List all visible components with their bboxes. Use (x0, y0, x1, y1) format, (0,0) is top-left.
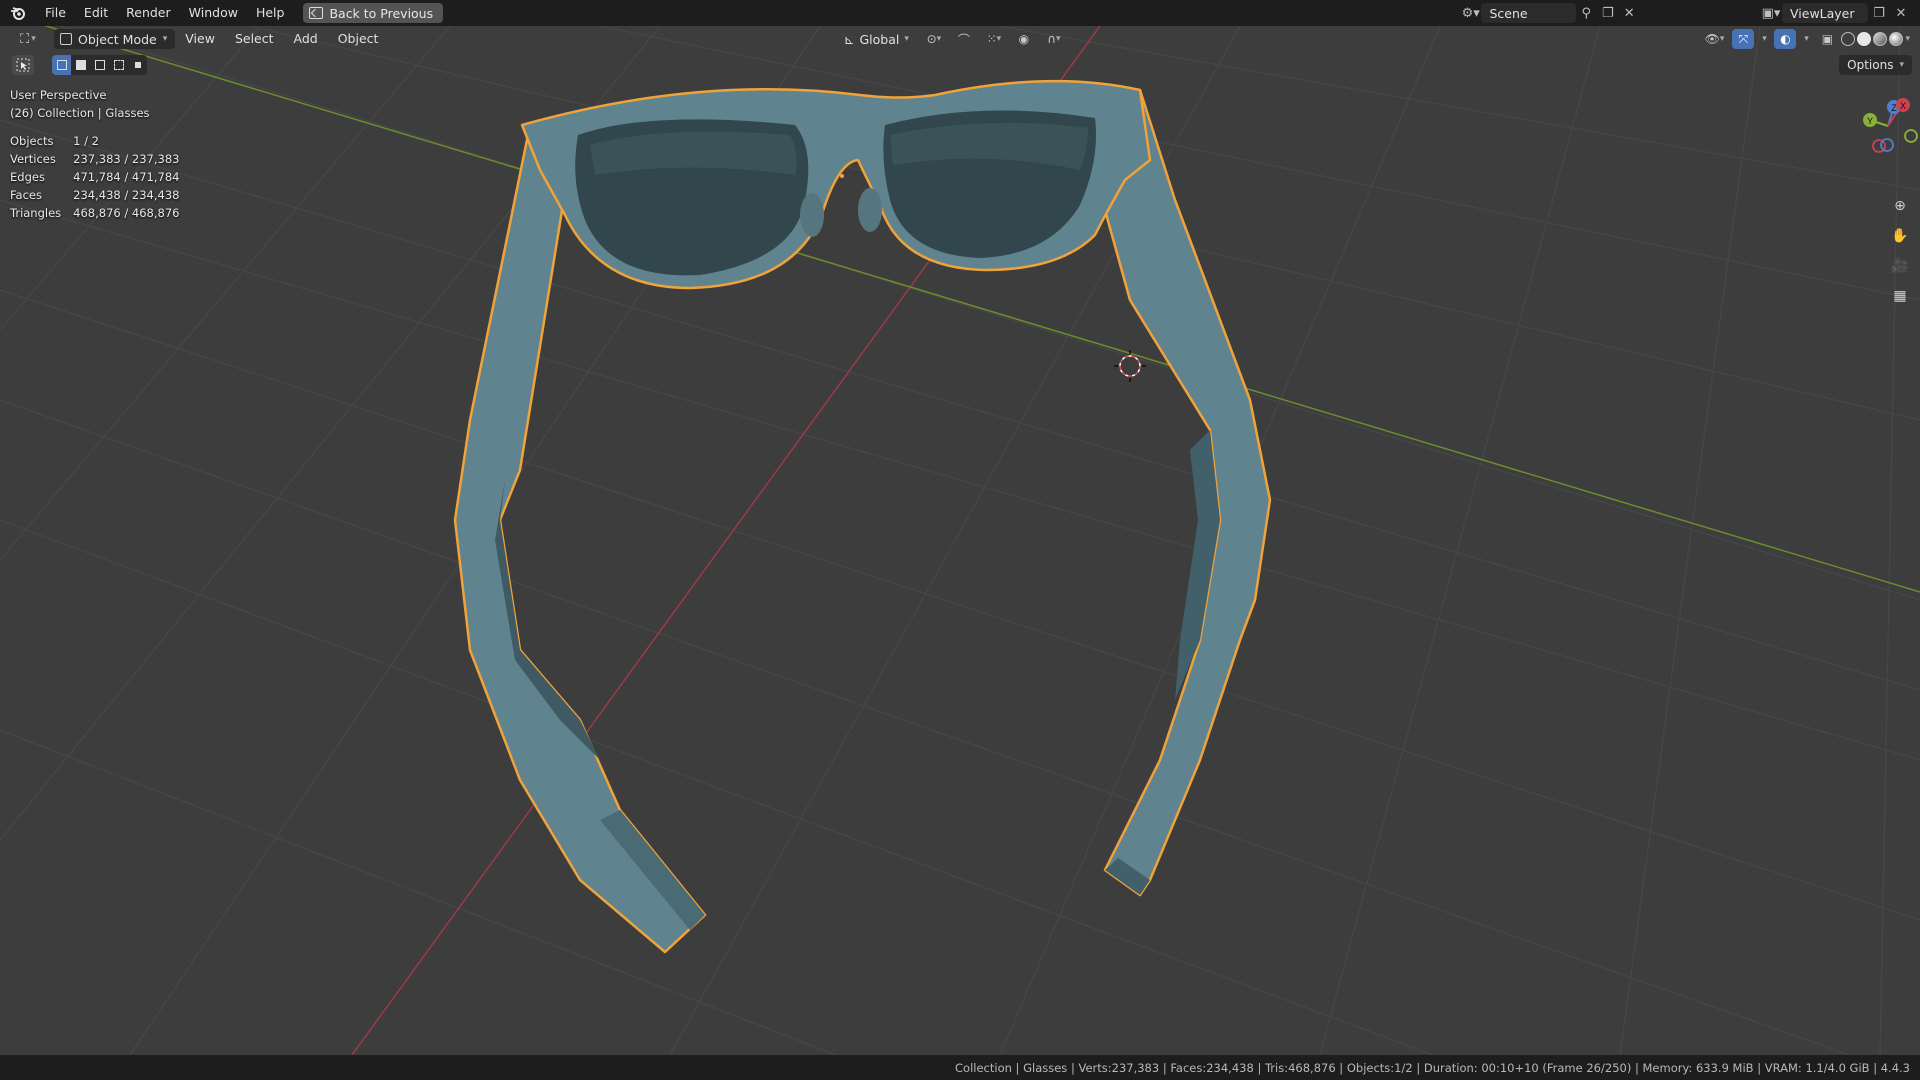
viewport-stats-overlay: User Perspective (26) Collection | Glass… (10, 86, 191, 222)
stats-row: Triangles 468,876 / 468,876 (10, 204, 191, 222)
menu-add[interactable]: Add (284, 29, 328, 49)
visibility-icon[interactable]: 👁 ▾ (1699, 29, 1729, 49)
pivot-icon[interactable]: ⊙ ▾ (919, 29, 949, 49)
glasses-object (453, 79, 1272, 954)
svg-text:Y: Y (1867, 116, 1873, 126)
snap-target-icon[interactable]: ⁙ ▾ (979, 29, 1009, 49)
scene-icon[interactable]: ⚙▾ (1460, 3, 1481, 23)
viewport-header: ⛶ ▾ Object Mode ▾ View Select Add Object … (0, 26, 1920, 52)
active-collection-label: (26) Collection | Glasses (10, 106, 150, 120)
options-label: Options (1847, 58, 1894, 72)
svg-text:X: X (1900, 101, 1906, 111)
stat-value: 1 / 2 (73, 134, 99, 148)
back-to-previous-button[interactable]: Back to Previous (303, 3, 444, 23)
close-scene-icon[interactable]: ✕ (1619, 3, 1640, 23)
top-bar: File Edit Render Window Help Back to Pre… (0, 0, 1920, 26)
3d-viewport[interactable]: ⛶ ▾ Object Mode ▾ View Select Add Object … (0, 26, 1920, 1055)
rendered-shading-icon[interactable] (1889, 32, 1904, 46)
stat-label: Edges (10, 170, 45, 184)
back-icon (309, 7, 324, 19)
mode-selector[interactable]: Object Mode ▾ (54, 29, 176, 49)
orientation-selector[interactable]: ⊾ Global ▾ (838, 29, 915, 49)
falloff-icon[interactable]: ∩ ▾ (1039, 29, 1069, 49)
viewlayer-icon[interactable]: ▣▾ (1760, 3, 1782, 23)
menu-object[interactable]: Object (328, 29, 389, 49)
close-viewlayer-icon[interactable]: ✕ (1890, 3, 1912, 23)
menu-view[interactable]: View (175, 29, 225, 49)
mode-subtract-icon[interactable] (90, 55, 109, 75)
stats-row: Objects 1 / 2 (10, 132, 191, 150)
status-text: Collection | Glasses | Verts:237,383 | F… (955, 1060, 1910, 1075)
orientation-label: Global (859, 31, 900, 47)
menu-render[interactable]: Render (117, 3, 180, 23)
selection-mode-group (52, 55, 147, 75)
scene-name-field[interactable]: Scene (1481, 3, 1576, 23)
stat-value: 471,784 / 471,784 (73, 170, 180, 184)
viewport-scene (0, 26, 1920, 1055)
stat-label: Faces (10, 188, 42, 202)
camera-icon[interactable]: 🎥 (1888, 254, 1912, 278)
solid-shading-icon[interactable] (1857, 32, 1872, 46)
mode-label: Object Mode (78, 31, 157, 47)
stat-label: Objects (10, 134, 54, 148)
stat-label: Vertices (10, 152, 56, 166)
shading-modes: ▾ (1841, 32, 1910, 46)
xray-icon[interactable]: ▣ (1816, 29, 1838, 49)
navigation-gizmo: Y Z X ⊕ ✋ 🎥 ▦ (1850, 86, 1920, 304)
overlay-dropdown-icon[interactable]: ▾ (1799, 29, 1813, 49)
menu-select[interactable]: Select (225, 29, 284, 49)
material-shading-icon[interactable] (1873, 32, 1888, 46)
stats-table: Objects 1 / 2 Vertices 237,383 / 237,383 E… (10, 132, 191, 222)
viewlayer-name-field[interactable]: ViewLayer (1782, 3, 1868, 23)
menu-edit[interactable]: Edit (75, 3, 117, 23)
menu-window[interactable]: Window (180, 3, 247, 23)
axis-gizmo[interactable]: Y Z X (1850, 86, 1920, 186)
stats-row: Faces 234,438 / 234,438 (10, 186, 191, 204)
3d-cursor (1114, 350, 1146, 382)
chevron-down-icon: ▾ (162, 34, 168, 44)
gizmo-icon[interactable]: ⤧ (1732, 29, 1755, 49)
viewlayer-selector: ▣▾ ViewLayer ❐ ✕ (1760, 3, 1920, 23)
mode-extend-icon[interactable] (71, 55, 90, 75)
editor-type-selector[interactable]: ⛶ ▾ (6, 29, 50, 49)
new-viewlayer-icon[interactable]: ❐ (1868, 3, 1890, 23)
transform-tools: ⊾ Global ▾ ⊙ ▾ ⌒ ⁙ ▾ ◉ ∩ ▾ (838, 29, 1069, 49)
stat-value: 234,438 / 234,438 (73, 188, 180, 202)
shading-dropdown-icon[interactable]: ▾ (1905, 34, 1910, 44)
new-scene-icon[interactable]: ❐ (1597, 3, 1618, 23)
stats-row: Edges 471,784 / 471,784 (10, 168, 191, 186)
chevron-down-icon: ▾ (904, 34, 909, 44)
stats-row: Vertices 237,383 / 237,383 (10, 150, 191, 168)
stat-label: Triangles (10, 206, 62, 220)
view-perspective-label: User Perspective (10, 88, 107, 102)
mode-set-icon[interactable] (52, 55, 71, 75)
menu-help[interactable]: Help (247, 3, 294, 23)
proportional-edit-icon[interactable]: ◉ (1013, 29, 1035, 49)
pin-icon[interactable]: ⚲ (1576, 3, 1597, 23)
select-tool-button[interactable] (12, 55, 34, 75)
tool-settings-row (12, 55, 147, 75)
stat-value: 237,383 / 237,383 (73, 152, 180, 166)
zoom-icon[interactable]: ⊕ (1888, 194, 1912, 218)
chevron-down-icon: ▾ (1899, 60, 1904, 70)
gizmo-dropdown-icon[interactable]: ▾ (1757, 29, 1771, 49)
wireframe-shading-icon[interactable] (1841, 32, 1856, 46)
viewport-display-tools: 👁 ▾ ⤧ ▾ ◐ ▾ ▣ ▾ (1699, 29, 1910, 49)
overlay-icon[interactable]: ◐ (1774, 29, 1797, 49)
snap-icon[interactable]: ⌒ (953, 29, 975, 49)
scene-selector: ⚙▾ Scene ⚲ ❐ ✕ (1460, 3, 1640, 23)
grid-icon[interactable]: ▦ (1888, 284, 1912, 308)
3d-viewport-icon: ⛶ (20, 31, 30, 47)
mode-intersect-icon[interactable] (128, 55, 147, 75)
menu-file[interactable]: File (36, 3, 75, 23)
mode-invert-icon[interactable] (109, 55, 128, 75)
back-to-previous-label: Back to Previous (329, 5, 434, 21)
object-mode-icon (60, 33, 72, 45)
hand-icon[interactable]: ✋ (1888, 224, 1912, 248)
options-dropdown[interactable]: Options ▾ (1839, 55, 1912, 75)
blender-logo-icon[interactable] (0, 0, 36, 26)
stat-value: 468,876 / 468,876 (73, 206, 180, 220)
transform-orientation-icon: ⊾ (844, 31, 855, 47)
status-bar: Collection | Glasses | Verts:237,383 | F… (0, 1055, 1920, 1080)
